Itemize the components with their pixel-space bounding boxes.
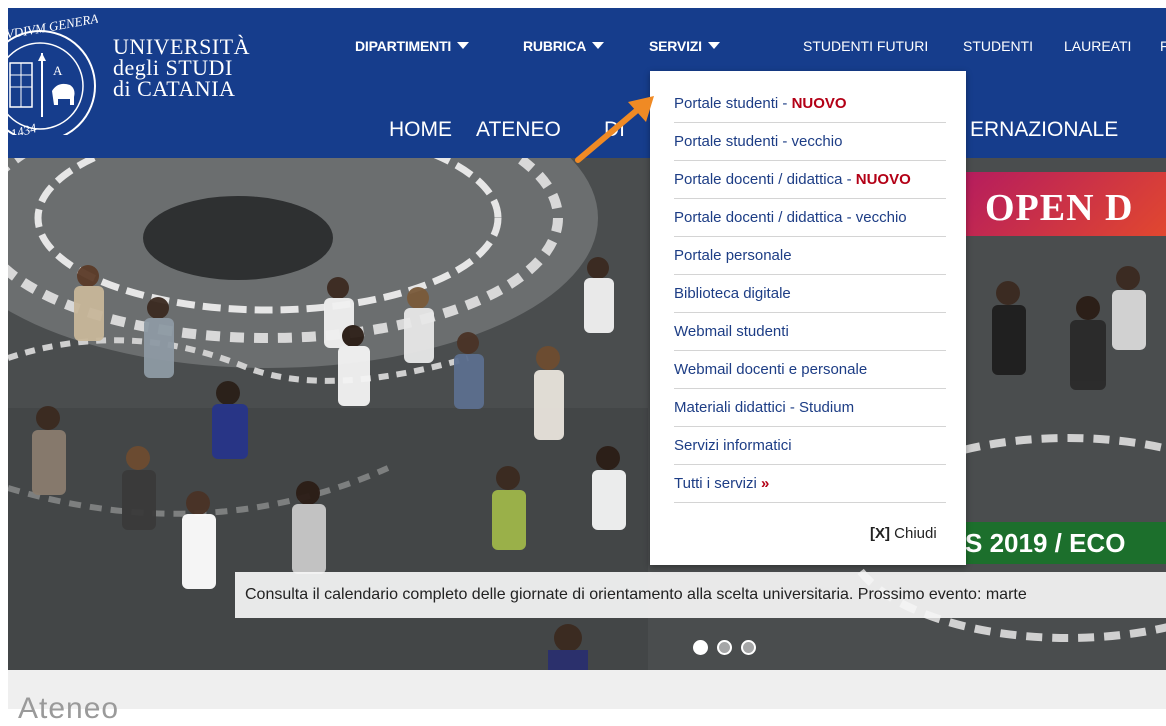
seal-motto: VDIVM GENERALE: [8, 13, 98, 42]
menu-item-label: Materiali didattici - Studium: [674, 399, 855, 416]
servizi-dropdown-menu: Portale studenti - NUOVO Portale student…: [650, 71, 966, 565]
nav-dipartimenti-label: DIPARTIMENTI: [355, 38, 452, 54]
mainnav-internazionale[interactable]: ERNAZIONALE: [970, 118, 1118, 142]
menu-item-portale-studenti-vecchio[interactable]: Portale studenti - vecchio: [674, 123, 946, 161]
seal-year: 1434: [9, 120, 38, 135]
menu-item-tutti-i-servizi[interactable]: Tutti i servizi »: [674, 465, 946, 503]
menu-item-label: Webmail studenti: [674, 323, 789, 340]
menu-item-label: Portale docenti / didattica - vecchio: [674, 209, 907, 226]
close-menu-button[interactable]: [X] Chiudi: [870, 525, 937, 542]
menu-item-label: Portale docenti / didattica -: [674, 171, 856, 188]
nav-servizi-label: SERVIZI: [649, 38, 702, 54]
page: A VDIVM GENERALE 1434 UNIVERSITÀ degli S…: [0, 0, 1166, 725]
menu-item-webmail-studenti[interactable]: Webmail studenti: [674, 313, 946, 351]
menu-item-label: Tutti i servizi: [674, 475, 761, 492]
menu-item-label: Webmail docenti e personale: [674, 361, 868, 378]
nav-studenti[interactable]: STUDENTI: [963, 38, 1033, 58]
close-icon: [X]: [870, 525, 890, 542]
menu-item-label: Portale personale: [674, 247, 792, 264]
nav-dipartimenti[interactable]: DIPARTIMENTI: [355, 38, 470, 58]
nav-laureati[interactable]: LAUREATI: [1064, 38, 1131, 58]
slider-dot-2[interactable]: [717, 640, 732, 655]
menu-item-label: Portale studenti -: [674, 95, 792, 112]
nav-rubrica-label: RUBRICA: [523, 38, 587, 54]
orange-arrow-annotation: [575, 96, 654, 163]
double-chevron-right-icon: »: [760, 475, 770, 492]
hero-slider[interactable]: OPEN D S 2019 / ECO Consulta il calendar…: [8, 158, 1166, 670]
promo-banner-top[interactable]: OPEN D: [963, 172, 1166, 236]
menu-item-portale-studenti-nuovo[interactable]: Portale studenti - NUOVO: [674, 85, 946, 123]
university-name-line-1: UNIVERSITÀ: [113, 34, 250, 59]
new-badge: NUOVO: [791, 95, 847, 112]
university-name[interactable]: UNIVERSITÀ degli STUDI di CATANIA: [113, 34, 250, 101]
menu-item-studium[interactable]: Materiali didattici - Studium: [674, 389, 946, 427]
menu-item-portale-docenti-nuovo[interactable]: Portale docenti / didattica - NUOVO: [674, 161, 946, 199]
mainnav-ateneo[interactable]: ATENEO: [476, 118, 561, 142]
slide-caption[interactable]: Consulta il calendario completo delle gi…: [235, 572, 1166, 618]
close-label: Chiudi: [890, 525, 937, 542]
mainnav-home[interactable]: HOME: [389, 118, 452, 142]
nav-servizi[interactable]: SERVIZI: [649, 38, 720, 58]
menu-item-portale-personale[interactable]: Portale personale: [674, 237, 946, 275]
menu-item-label: Portale studenti - vecchio: [674, 133, 843, 150]
chevron-down-icon: [707, 42, 720, 49]
nav-rubrica[interactable]: RUBRICA: [523, 38, 605, 58]
nav-studenti-futuri[interactable]: STUDENTI FUTURI: [803, 38, 928, 58]
university-name-line-2: degli STUDI: [113, 55, 233, 80]
svg-text:A: A: [53, 63, 63, 78]
new-badge: NUOVO: [855, 171, 911, 188]
university-seal-logo[interactable]: A VDIVM GENERALE 1434: [8, 13, 98, 135]
slider-dot-1[interactable]: [693, 640, 708, 655]
menu-item-biblioteca-digitale[interactable]: Biblioteca digitale: [674, 275, 946, 313]
chevron-down-icon: [457, 42, 470, 49]
nav-cut-off-item[interactable]: F: [1160, 38, 1166, 58]
chevron-down-icon: [592, 42, 605, 49]
menu-item-portale-docenti-vecchio[interactable]: Portale docenti / didattica - vecchio: [674, 199, 946, 237]
section-title: Ateneo: [18, 692, 120, 725]
menu-item-label: Biblioteca digitale: [674, 285, 791, 302]
university-name-line-3: di CATANIA: [113, 76, 236, 101]
content-section: [8, 670, 1166, 709]
menu-item-servizi-informatici[interactable]: Servizi informatici: [674, 427, 946, 465]
menu-item-label: Servizi informatici: [674, 437, 792, 454]
slider-dot-3[interactable]: [741, 640, 756, 655]
promo-banner-top-text: OPEN D: [985, 187, 1134, 229]
menu-item-webmail-docenti[interactable]: Webmail docenti e personale: [674, 351, 946, 389]
